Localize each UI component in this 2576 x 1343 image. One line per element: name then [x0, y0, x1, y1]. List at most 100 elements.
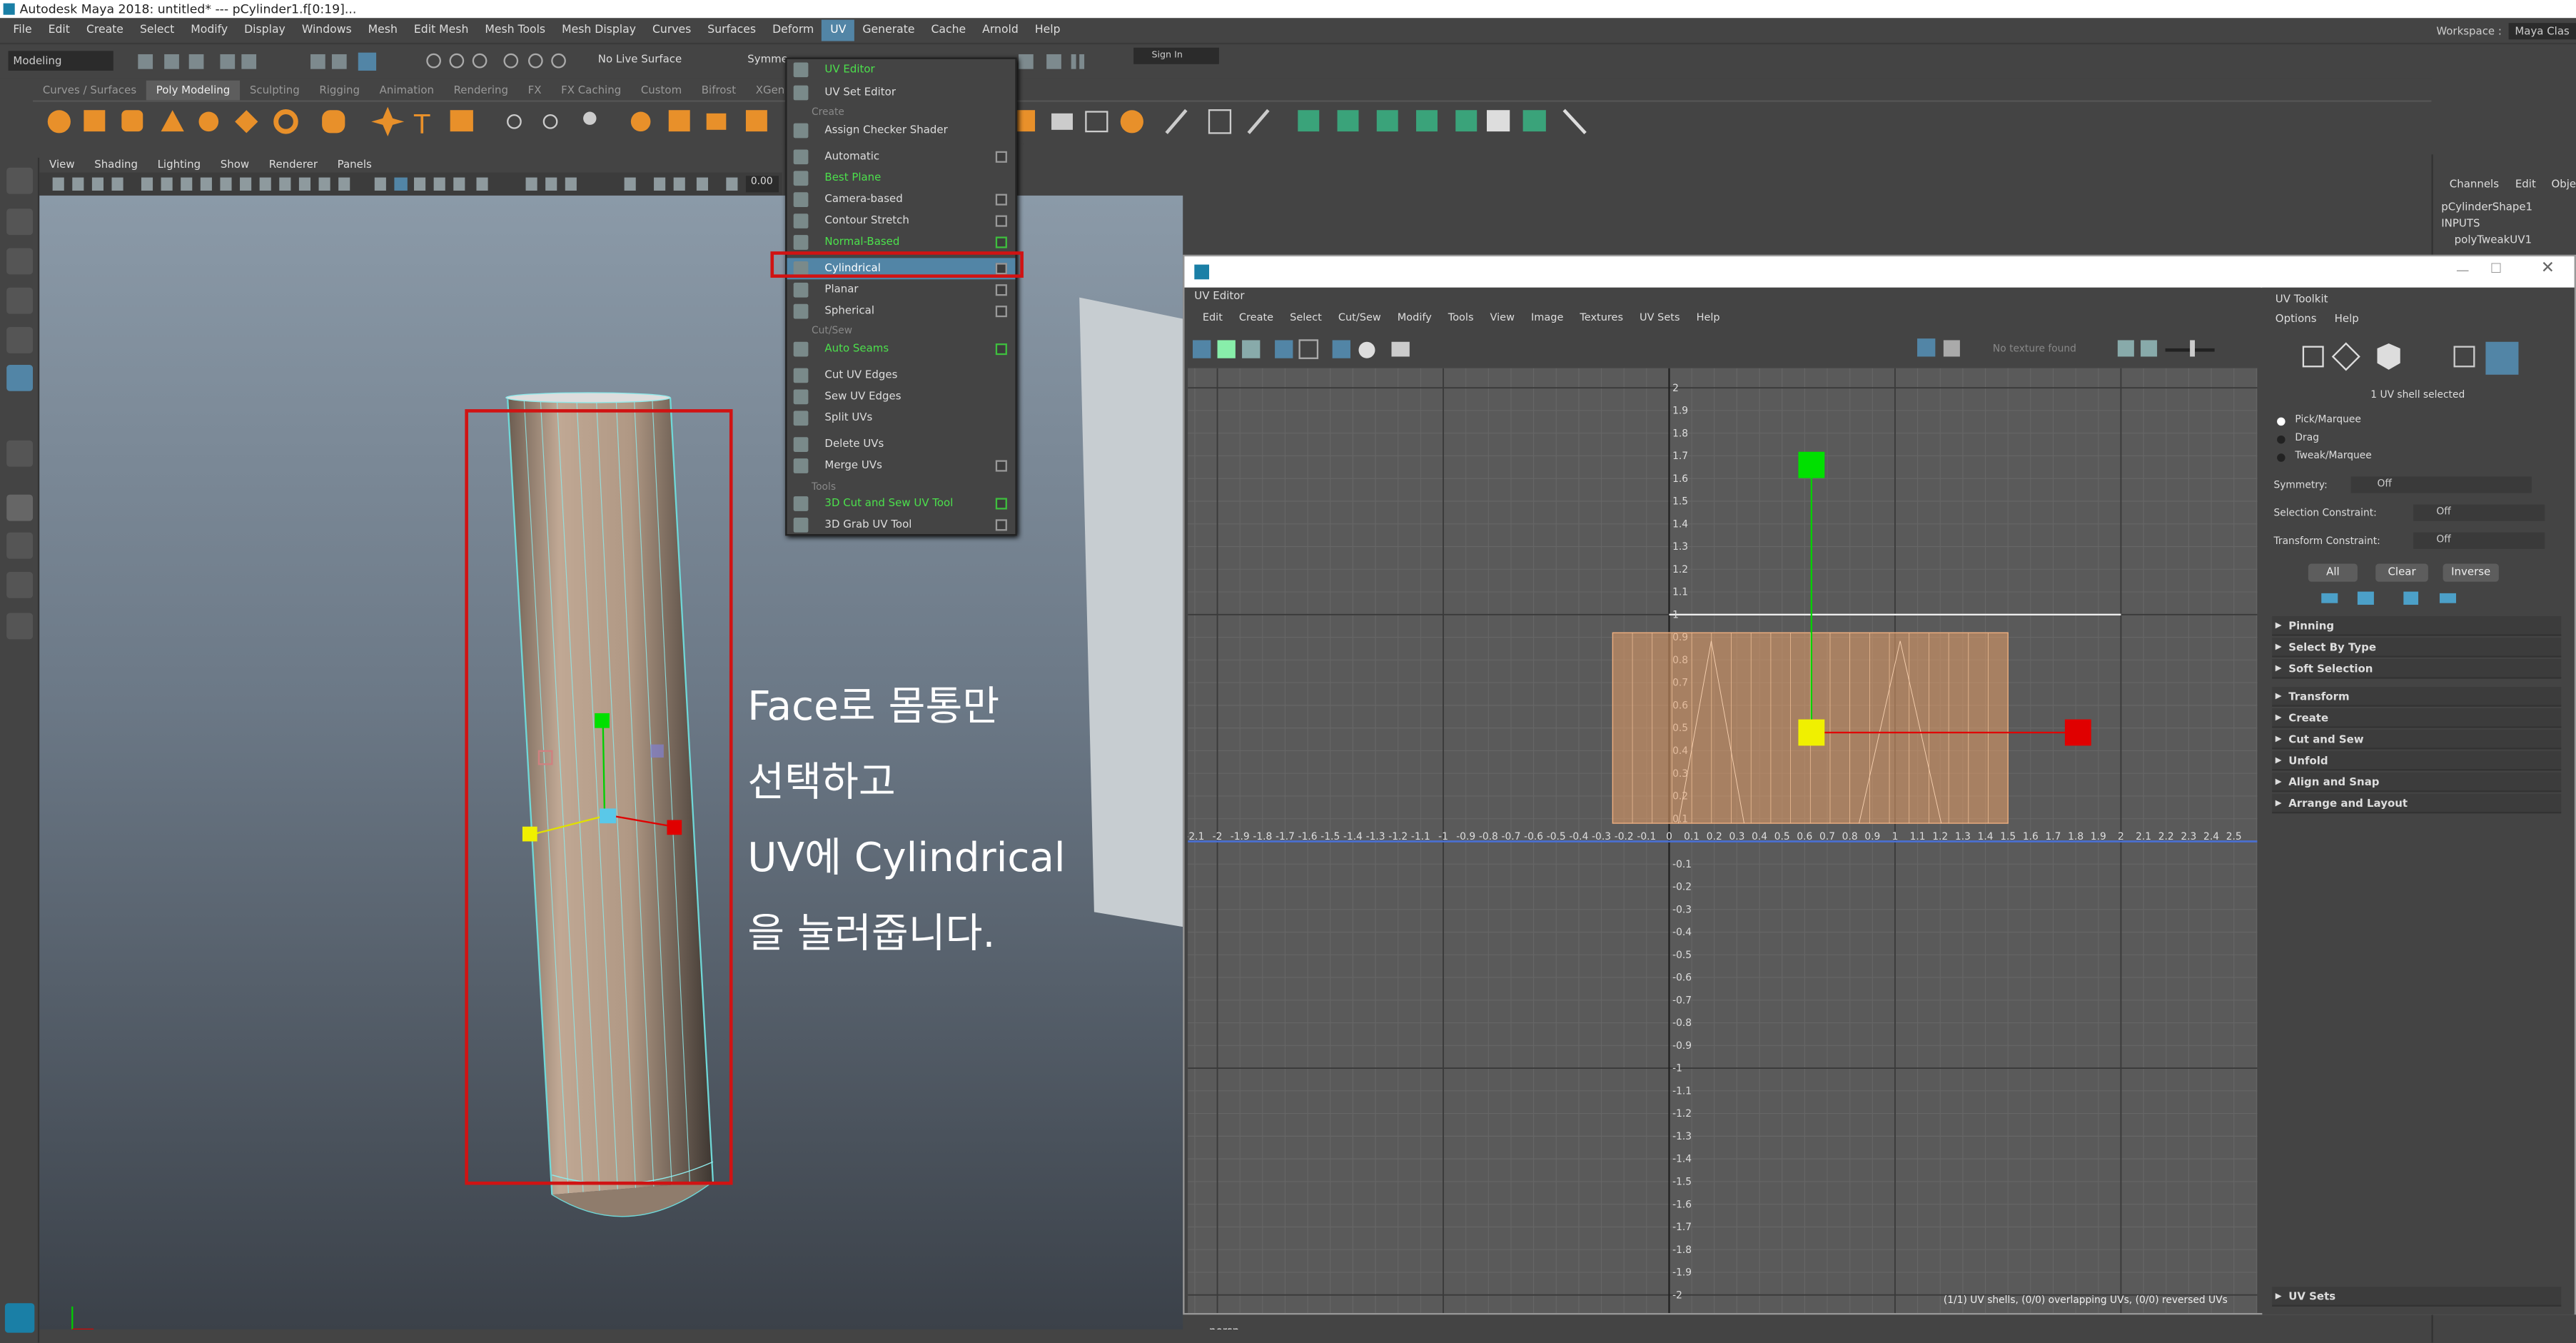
- shelf-tab-sculpting[interactable]: Sculpting: [240, 81, 309, 101]
- selection-convert-icons[interactable]: [2318, 590, 2482, 606]
- radio-drag-icon[interactable]: [2277, 435, 2285, 444]
- menu-file[interactable]: File: [5, 20, 40, 41]
- shelf-tab-rigging[interactable]: Rigging: [310, 81, 370, 101]
- uv-menu-item-sew-uv-edges[interactable]: Sew UV Edges: [787, 386, 1015, 408]
- toolkit-selection-mode-icons[interactable]: [2298, 340, 2561, 376]
- uv-menu-tools[interactable]: Tools: [1440, 311, 1482, 323]
- mode-selector[interactable]: Modeling: [8, 51, 113, 71]
- option-box-icon[interactable]: [995, 460, 1007, 472]
- viewport-menu-shading[interactable]: Shading: [84, 157, 147, 170]
- exposure-field[interactable]: 0.00: [751, 176, 773, 187]
- menu-arnold[interactable]: Arnold: [974, 20, 1027, 41]
- sign-in-button[interactable]: Sign In: [1133, 47, 1219, 64]
- channel-tab-object[interactable]: Obje: [2551, 178, 2576, 191]
- uv-menu-item-normal-based[interactable]: Normal-Based: [787, 232, 1015, 253]
- selection-constraint-dropdown[interactable]: Off: [2413, 504, 2545, 521]
- shelf-tab-poly-modeling[interactable]: Poly Modeling: [146, 80, 241, 101]
- shelf-tab-custom[interactable]: Custom: [631, 81, 692, 101]
- uv-menu-item-spherical[interactable]: Spherical: [787, 301, 1015, 322]
- lasso-tool-icon[interactable]: [6, 208, 34, 236]
- uv-menu-modify[interactable]: Modify: [1389, 311, 1440, 323]
- section-uv-sets[interactable]: UV Sets: [2272, 1287, 2562, 1307]
- option-box-icon[interactable]: [995, 498, 1007, 510]
- menu-edit[interactable]: Edit: [40, 20, 78, 41]
- option-box-icon[interactable]: [995, 236, 1007, 248]
- uv-menu-item-camera-based[interactable]: Camera-based: [787, 189, 1015, 211]
- uv-toolkit-title[interactable]: UV Toolkit: [2276, 293, 2328, 306]
- section-cut-and-sew[interactable]: Cut and Sew: [2272, 729, 2562, 750]
- viewport-menu-view[interactable]: View: [39, 157, 84, 170]
- uv-menu-item-contour-stretch[interactable]: Contour Stretch: [787, 211, 1015, 232]
- section-transform[interactable]: Transform: [2272, 687, 2562, 707]
- viewport-menu-show[interactable]: Show: [211, 157, 259, 170]
- uv-menu-edit[interactable]: Edit: [1194, 311, 1231, 323]
- menu-windows[interactable]: Windows: [293, 20, 360, 41]
- menu-help[interactable]: Help: [1026, 20, 1069, 41]
- uv-menu-item-merge-uvs[interactable]: Merge UVs: [787, 456, 1015, 477]
- uv-menu-help[interactable]: Help: [1688, 311, 1728, 323]
- close-icon[interactable]: ✕: [2541, 260, 2555, 278]
- menu-deform[interactable]: Deform: [764, 20, 822, 41]
- layout-two-icon[interactable]: [6, 571, 34, 598]
- channel-tab-edit[interactable]: Edit: [2515, 178, 2536, 191]
- uv-menu-item-assign-checker-shader[interactable]: Assign Checker Shader: [787, 120, 1015, 141]
- menu-mesh-display[interactable]: Mesh Display: [554, 20, 645, 41]
- option-box-icon[interactable]: [995, 215, 1007, 227]
- uv-menu-item-best-plane[interactable]: Best Plane: [787, 168, 1015, 189]
- paint-select-icon[interactable]: [6, 248, 34, 275]
- section-align-and-snap[interactable]: Align and Snap: [2272, 772, 2562, 793]
- rotate-tool-icon[interactable]: [6, 327, 34, 353]
- section-pinning[interactable]: Pinning: [2272, 616, 2562, 636]
- section-unfold[interactable]: Unfold: [2272, 750, 2562, 771]
- uv-menu-item-uv-editor[interactable]: UV Editor: [787, 59, 1015, 81]
- menu-curves[interactable]: Curves: [644, 20, 699, 41]
- select-all-button[interactable]: All: [2308, 563, 2358, 582]
- menu-uv[interactable]: UV: [822, 19, 854, 41]
- mode-drag[interactable]: Drag: [2295, 432, 2319, 443]
- menu-mesh-tools[interactable]: Mesh Tools: [477, 20, 554, 41]
- radio-pick-icon[interactable]: [2277, 417, 2285, 426]
- layout-four-icon[interactable]: [6, 532, 34, 559]
- uv-menu-select[interactable]: Select: [1282, 311, 1330, 323]
- uv-editor-tab[interactable]: UV Editor: [1184, 287, 2261, 306]
- workspace-value[interactable]: Maya Clas: [2508, 22, 2576, 39]
- scale-tool-icon[interactable]: [6, 364, 34, 391]
- layout-single-icon[interactable]: [6, 494, 34, 521]
- menu-display[interactable]: Display: [236, 20, 294, 41]
- section-select-by-type[interactable]: Select By Type: [2272, 638, 2562, 658]
- menu-generate[interactable]: Generate: [854, 20, 923, 41]
- menu-edit-mesh[interactable]: Edit Mesh: [405, 20, 476, 41]
- uv-menu-item-automatic[interactable]: Automatic: [787, 146, 1015, 168]
- select-tool-icon[interactable]: [6, 167, 34, 194]
- live-surface-label[interactable]: No Live Surface: [598, 53, 682, 66]
- uv-menu-item-3d-grab-uv-tool[interactable]: 3D Grab UV Tool: [787, 514, 1015, 535]
- symmetry-dropdown[interactable]: Off: [2350, 476, 2532, 493]
- shelf-tab-fx[interactable]: FX: [518, 81, 552, 101]
- workspace-selector[interactable]: Workspace : Maya Clas: [2436, 18, 2576, 43]
- minimize-icon[interactable]: —: [2456, 263, 2469, 278]
- uv-menu-item-delete-uvs[interactable]: Delete UVs: [787, 434, 1015, 456]
- soft-mod-icon[interactable]: [6, 440, 34, 467]
- viewport-menu-renderer[interactable]: Renderer: [259, 157, 328, 170]
- option-box-icon[interactable]: [995, 193, 1007, 206]
- shelf-tab-fx-caching[interactable]: FX Caching: [551, 81, 631, 101]
- clear-selection-button[interactable]: Clear: [2375, 563, 2428, 582]
- menu-create[interactable]: Create: [78, 20, 131, 41]
- uv-menu-view[interactable]: View: [1482, 311, 1522, 323]
- shelf-tab-rendering[interactable]: Rendering: [444, 81, 518, 101]
- uv-menu-uv-sets[interactable]: UV Sets: [1632, 311, 1689, 323]
- shape-name[interactable]: pCylinderShape1: [2441, 201, 2532, 213]
- section-soft-selection[interactable]: Soft Selection: [2272, 658, 2562, 679]
- viewport-menu-lighting[interactable]: Lighting: [148, 157, 211, 170]
- shelf-tab-curves-surfaces[interactable]: Curves / Surfaces: [33, 81, 146, 101]
- toolkit-menu-help[interactable]: Help: [2335, 312, 2359, 325]
- uv-menu-create[interactable]: Create: [1231, 311, 1281, 323]
- shelf-tab-animation[interactable]: Animation: [370, 81, 444, 101]
- section-arrange-and-layout[interactable]: Arrange and Layout: [2272, 793, 2562, 814]
- input-node[interactable]: polyTweakUV1: [2455, 233, 2532, 246]
- symmetry-label[interactable]: Symme: [747, 53, 788, 66]
- channel-tab-channels[interactable]: Channels: [2450, 178, 2499, 191]
- uv-grid-canvas[interactable]: -2.1-2-1.9-1.8-1.7-1.6-1.5-1.4-1.3-1.2-1…: [1188, 368, 2258, 1314]
- uv-menu-item-auto-seams[interactable]: Auto Seams: [787, 338, 1015, 360]
- uv-menu-item-split-uvs[interactable]: Split UVs: [787, 408, 1015, 429]
